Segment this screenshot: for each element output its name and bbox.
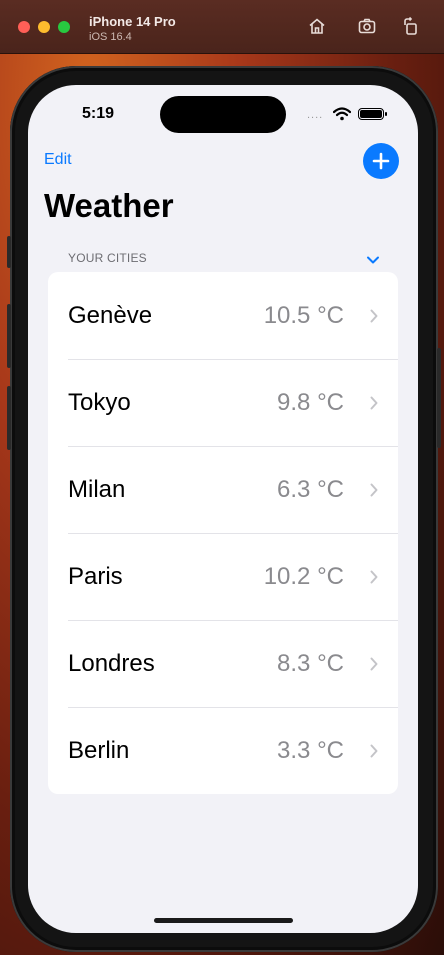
mute-switch — [7, 236, 11, 268]
close-window-button[interactable] — [18, 21, 30, 33]
wifi-icon — [333, 107, 351, 121]
city-name: Milan — [68, 475, 126, 503]
city-name: Londres — [68, 649, 155, 677]
os-version: iOS 16.4 — [89, 31, 132, 43]
city-row[interactable]: Londres 8.3 °C — [48, 620, 398, 707]
simulator-titlebar: iPhone 14 Pro iOS 16.4 — [0, 0, 444, 54]
city-name: Tokyo — [68, 388, 131, 416]
status-time: 5:19 — [82, 105, 115, 122]
device-name: iPhone 14 Pro — [89, 14, 176, 29]
plus-icon — [372, 152, 390, 170]
chevron-right-icon — [370, 483, 378, 497]
city-name: Paris — [68, 562, 123, 590]
edit-button[interactable]: Edit — [44, 151, 72, 169]
home-icon — [309, 18, 325, 34]
city-temperature: 10.5 °C — [263, 301, 344, 329]
power-button — [437, 348, 441, 448]
rotate-button[interactable] — [400, 15, 422, 37]
volume-down-button — [7, 386, 11, 450]
add-city-button[interactable] — [363, 143, 399, 179]
dynamic-island — [160, 96, 286, 133]
city-name: Berlin — [68, 736, 130, 764]
volume-up-button — [7, 304, 11, 368]
city-row[interactable]: Tokyo 9.8 °C — [48, 359, 398, 446]
minimize-window-button[interactable] — [38, 21, 50, 33]
signal-dots: .... — [307, 109, 324, 121]
desktop-background: iPhone 14 Pro iOS 16.4 5:19 .... Edit We… — [0, 0, 444, 955]
city-name: Genève — [68, 301, 153, 329]
chevron-down-icon — [367, 256, 379, 264]
home-indicator[interactable] — [154, 918, 293, 923]
chevron-right-icon — [370, 744, 378, 758]
city-temperature: 3.3 °C — [277, 736, 344, 764]
city-temperature: 6.3 °C — [277, 475, 344, 503]
rotate-icon — [404, 16, 417, 35]
city-temperature: 8.3 °C — [277, 649, 344, 677]
cities-list: Genève 10.5 °C Tokyo 9.8 °C Milan 6.3 °C… — [48, 272, 398, 794]
chevron-right-icon — [370, 657, 378, 671]
city-row[interactable]: Milan 6.3 °C — [48, 446, 398, 533]
page-title: Weather — [44, 187, 174, 224]
chevron-right-icon — [370, 570, 378, 584]
city-row[interactable]: Paris 10.2 °C — [48, 533, 398, 620]
section-header: YOUR CITIES — [68, 251, 147, 265]
screenshot-button[interactable] — [356, 15, 378, 37]
zoom-window-button[interactable] — [58, 21, 70, 33]
city-row[interactable]: Berlin 3.3 °C — [48, 707, 398, 794]
battery-icon — [358, 108, 387, 120]
city-row[interactable]: Genève 10.5 °C — [48, 272, 398, 359]
collapse-section-button[interactable] — [366, 252, 380, 264]
screenshot-icon — [358, 18, 376, 34]
chevron-right-icon — [370, 396, 378, 410]
city-temperature: 9.8 °C — [277, 388, 344, 416]
phone-screen: 5:19 .... Edit Weather YOUR CITIES Genèv… — [28, 85, 418, 933]
city-temperature: 10.2 °C — [263, 562, 344, 590]
chevron-right-icon — [370, 309, 378, 323]
home-button[interactable] — [306, 15, 328, 37]
